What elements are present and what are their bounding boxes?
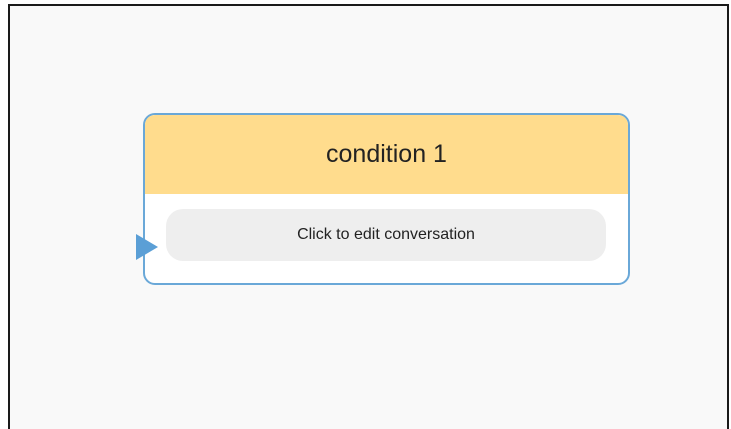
flow-canvas[interactable]: condition 1 Click to edit conversation [8, 4, 729, 429]
input-port-triangle-right-icon[interactable] [136, 234, 158, 260]
node-title[interactable]: condition 1 [145, 115, 628, 194]
edit-conversation-button[interactable]: Click to edit conversation [166, 209, 606, 261]
node-body: Click to edit conversation [145, 194, 628, 283]
condition-node[interactable]: condition 1 Click to edit conversation [143, 113, 630, 285]
